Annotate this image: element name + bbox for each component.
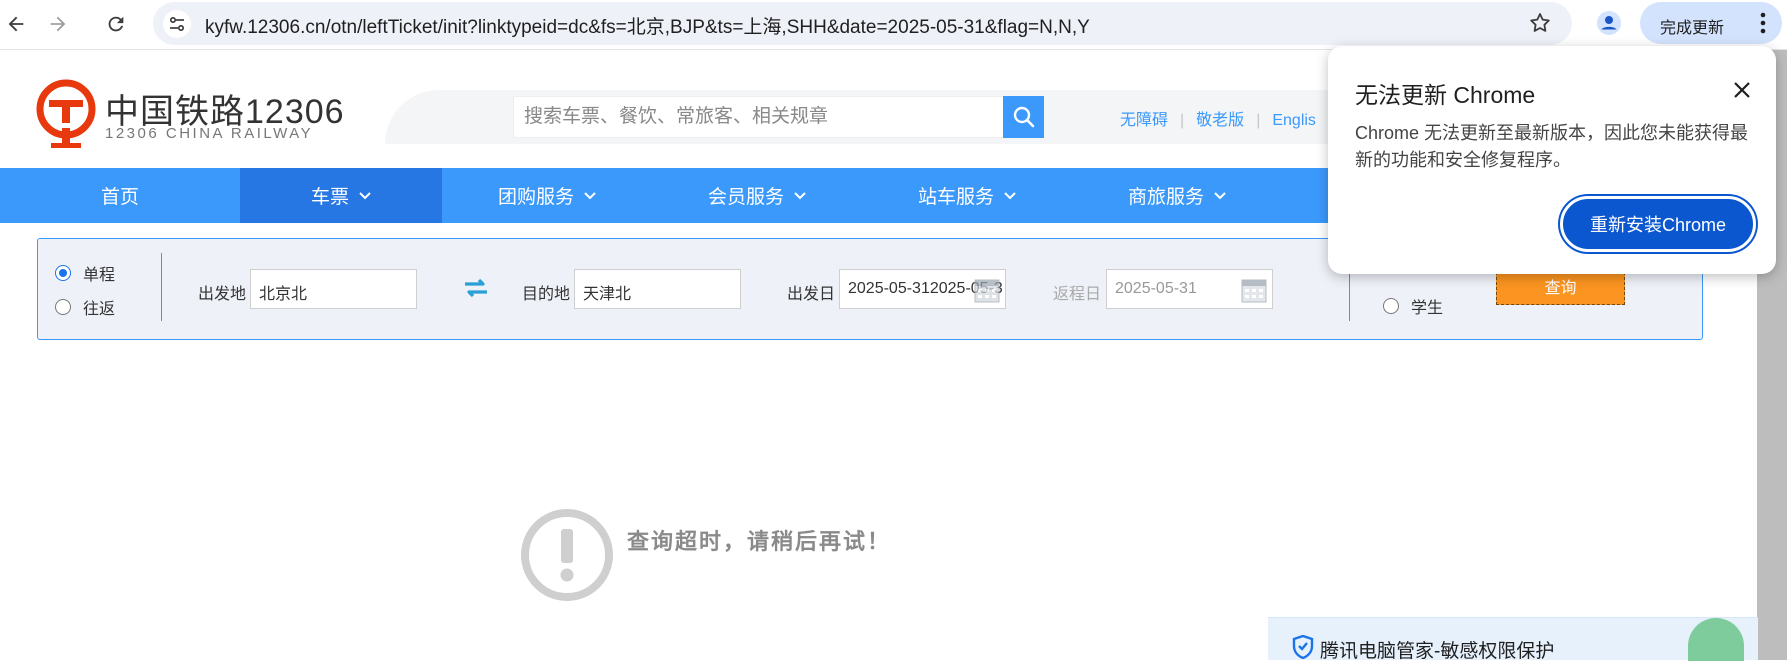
arrow-right-icon (50, 16, 66, 32)
more-menu-icon (1760, 12, 1766, 34)
trip-round-label: 往返 (83, 301, 116, 318)
to-station-input[interactable]: 天津北 (574, 269, 741, 309)
radio-unchecked-icon (1383, 298, 1399, 314)
timeout-message: 查询超时，请稍后再试！ (627, 529, 892, 555)
chevron-down-icon (584, 191, 596, 199)
to-label: 目的地 (522, 286, 571, 303)
reinstall-chrome-button[interactable]: 重新安装Chrome (1560, 196, 1756, 252)
search-icon (1013, 106, 1034, 128)
profile-avatar-icon[interactable] (1592, 6, 1626, 40)
trip-single-label: 单程 (83, 267, 116, 284)
nav-group-service[interactable]: 团购服务 (442, 168, 652, 223)
chevron-down-icon (1214, 191, 1226, 199)
site-search-button[interactable] (1003, 96, 1044, 138)
dialog-close-button[interactable] (1728, 76, 1756, 104)
tencent-notification[interactable]: 腾讯电脑管家-敏感权限保护 (1268, 617, 1758, 662)
reload-button[interactable] (98, 6, 134, 42)
site-search-input[interactable] (524, 103, 994, 131)
depart-date-label: 出发日 (787, 286, 836, 303)
bookmark-star-icon[interactable] (1528, 11, 1552, 40)
nav-business-service-label: 商旅服务 (1127, 187, 1204, 208)
nav-station-service-label: 站车服务 (917, 187, 994, 208)
to-station-value: 天津北 (583, 286, 632, 303)
chevron-down-icon (794, 191, 806, 199)
url-text[interactable]: kyfw.12306.cn/otn/leftTicket/init?linkty… (205, 12, 1090, 39)
query-button-label: 查询 (1544, 280, 1577, 297)
nav-member-service[interactable]: 会员服务 (652, 168, 862, 223)
from-station-input[interactable]: 北京北 (250, 269, 417, 309)
nav-tickets-label: 车票 (310, 187, 349, 208)
nav-business-service[interactable]: 商旅服务 (1072, 168, 1282, 223)
close-icon (1734, 82, 1750, 98)
trip-round-radio[interactable]: 往返 (55, 295, 115, 319)
tencent-assistant-icon[interactable] (1688, 618, 1744, 661)
swap-stations-icon[interactable] (463, 277, 489, 299)
forward-button[interactable] (40, 6, 76, 42)
depart-date-input[interactable]: 2025-05-312025-05-3 (839, 269, 1006, 309)
from-station-value: 北京北 (259, 286, 308, 303)
radio-unchecked-icon (55, 299, 71, 315)
dialog-title: 无法更新 Chrome (1355, 82, 1536, 108)
finish-update-label: 完成更新 (1660, 20, 1725, 37)
student-ticket-radio[interactable]: 学生 (1383, 294, 1443, 318)
header-links: 无障碍 | 敬老版 | Englis (1120, 112, 1316, 129)
arrow-left-icon (8, 16, 24, 32)
english-link[interactable]: Englis (1272, 112, 1316, 129)
nav-home[interactable]: 首页 (0, 168, 240, 223)
back-button[interactable] (0, 6, 34, 42)
site-info-icon[interactable] (163, 10, 191, 38)
calendar-icon[interactable] (1240, 276, 1268, 304)
reinstall-chrome-label: 重新安装Chrome (1589, 215, 1727, 235)
accessibility-link[interactable]: 无障碍 (1120, 112, 1168, 129)
nav-group-service-label: 团购服务 (497, 187, 574, 208)
chrome-update-dialog: 无法更新 Chrome Chrome 无法更新至最新版本，因此您未能获得最新的功… (1328, 46, 1776, 274)
chevron-down-icon (359, 191, 371, 199)
dialog-body: Chrome 无法更新至最新版本，因此您未能获得最新的功能和安全修复程序。 (1355, 123, 1749, 170)
nav-home-label: 首页 (100, 187, 139, 208)
return-date-input[interactable]: 2025-05-31 (1106, 269, 1273, 309)
divider (161, 253, 162, 321)
browser-toolbar: kyfw.12306.cn/otn/leftTicket/init?linkty… (0, 0, 1787, 50)
reload-icon (108, 16, 124, 32)
finish-update-button[interactable]: 完成更新 (1640, 2, 1782, 44)
return-date-label: 返程日 (1053, 286, 1102, 303)
from-label: 出发地 (198, 286, 247, 303)
address-bar[interactable]: kyfw.12306.cn/otn/leftTicket/init?linkty… (153, 2, 1572, 45)
trip-single-radio[interactable]: 单程 (55, 261, 115, 285)
student-ticket-label: 学生 (1411, 300, 1444, 317)
radio-checked-icon (55, 265, 71, 281)
tencent-notification-text: 腾讯电脑管家-敏感权限保护 (1320, 641, 1555, 662)
china-railway-logo-icon (36, 79, 96, 148)
chevron-down-icon (1004, 191, 1016, 199)
nav-tickets[interactable]: 车票 (240, 168, 442, 223)
brand-subtitle: 12306 CHINA RAILWAY (105, 125, 314, 142)
shield-icon (1292, 635, 1314, 659)
elderly-link[interactable]: 敬老版 (1196, 112, 1244, 129)
warning-exclamation-icon (521, 509, 613, 601)
nav-member-service-label: 会员服务 (707, 187, 784, 208)
site-search-box[interactable] (513, 96, 1004, 138)
return-date-value: 2025-05-31 (1115, 280, 1197, 297)
nav-station-service[interactable]: 站车服务 (862, 168, 1072, 223)
calendar-icon[interactable] (973, 276, 1001, 304)
